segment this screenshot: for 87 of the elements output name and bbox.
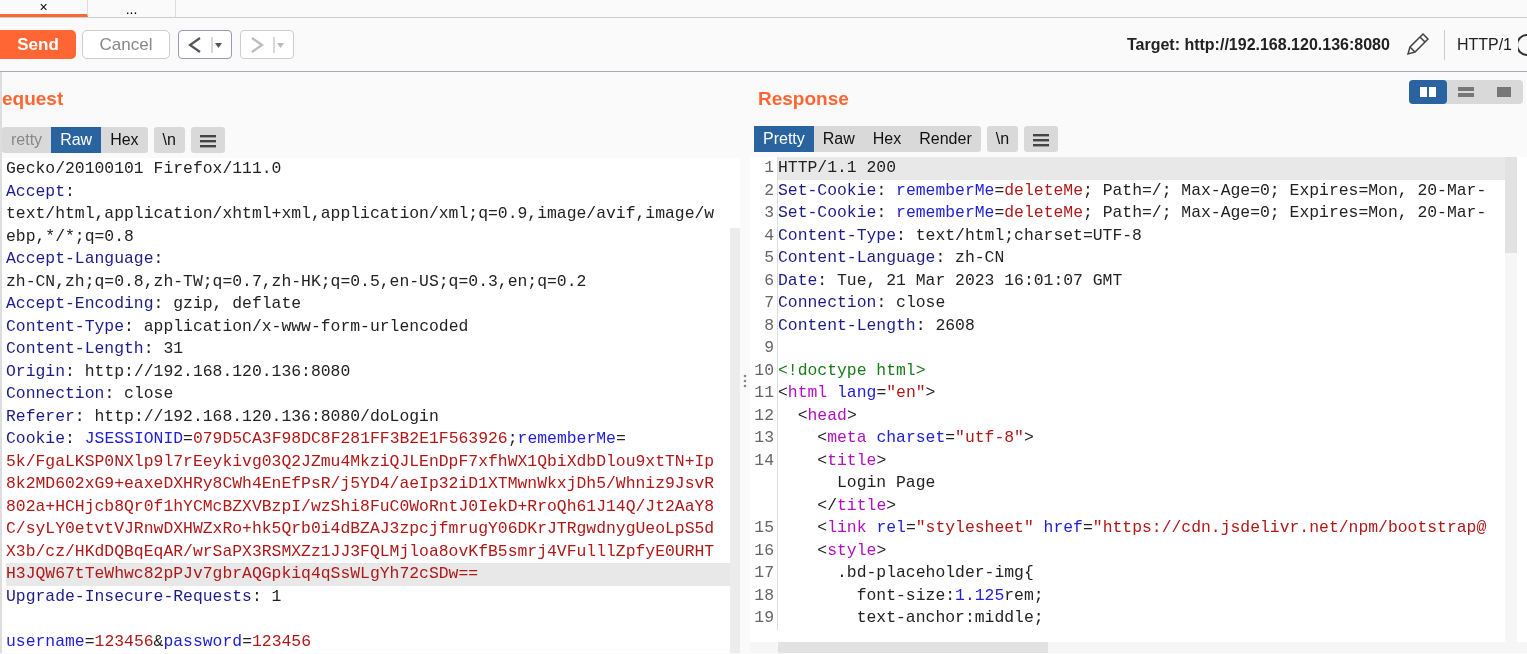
code-line: 802a+HCHjcb8Qr0f1hYCMcBZXVBzpI/wzShi8FuC0WoRntJ0IekD+RroQh61J14Q/Jt2AaY8 (6, 495, 716, 518)
code-line: C/syLY0etvtVJRnwDXHWZxRo+hk5Qrb0i4dBZAJ3zpcjfmrugY06DKrJTRgwdnygUeoLpS5d (6, 518, 716, 540)
tab[interactable]: × (0, 0, 88, 17)
code-line: Referer: http://192.168.120.136:8080/doLogin (6, 405, 440, 428)
code-line: Accept: (6, 180, 76, 203)
target-label: Target: http://192.168.120.136:8080 (1126, 34, 1390, 55)
code-line: Set-Cookie: rememberMe=deleteMe; Path=/; Max-Age=0; Expires=Mon, 20-Mar- (778, 179, 1488, 202)
line-number: 16 (750, 539, 778, 562)
menu-icon (199, 133, 216, 148)
code-line: Content-Language: zh-CN (778, 247, 1006, 269)
code-line: 8k2MD602xG9+eaxeDXHRy8CWh4EnEfPsR/j5YD4/aeIp32iD1XTMwnWkxjDh5/Whniz9JsvR (6, 473, 716, 495)
code-line: text/html,application/xhtml+xml,application/xml;q=0.9,image/avif,image/w (6, 203, 716, 225)
single-panel-icon (1495, 86, 1513, 98)
view-tab[interactable]: Pretty (754, 126, 814, 152)
line-number: 14 (750, 449, 778, 472)
code-line: <link rel="stylesheet" href="https://cdn.jsdelivr.net/npm/bootstrap@ (816, 517, 1488, 539)
view-tab[interactable]: Hex (101, 127, 148, 153)
line-number: 2 (750, 179, 778, 202)
back-button[interactable] (178, 30, 232, 59)
code-line: <!doctype html> (778, 359, 927, 382)
chevron-left-icon (187, 34, 203, 55)
layout-toggle-button[interactable] (1409, 80, 1447, 104)
code-line: 5k/FgaLKSP0NXlp9l7rEeykivg03Q2JZmu4MkziQJLEnDpF7xfhWX1QbiXdbDlou9xtTN+Ip (6, 450, 716, 473)
code-line: Upgrade-Insecure-Requests: 1 (6, 585, 283, 608)
code-line: <head> (796, 404, 858, 427)
line-number: 18 (750, 584, 778, 607)
view-tab[interactable]: Render (910, 126, 981, 152)
splitter-grip-icon[interactable] (743, 374, 747, 388)
line-number: 3 (750, 202, 778, 225)
code-line: Accept-Encoding: gzip, deflate (6, 293, 303, 315)
code-line: Connection: close (778, 292, 947, 314)
code-line: Content-Type: application/x-www-form-urlencoded (6, 315, 470, 338)
panel-title: equest (2, 87, 64, 112)
panel-title: Response (758, 87, 849, 112)
columns-layout-icon (1419, 86, 1437, 98)
code-line: <title> (816, 449, 888, 472)
code-line: Origin: http://192.168.120.136:8080 (6, 360, 352, 383)
code-line: .bd-placeholder-img{ (836, 562, 1035, 584)
code-line: Set-Cookie: rememberMe=deleteMe; Path=/; Max-Age=0; Expires=Mon, 20-Mar- (778, 202, 1488, 224)
line-number: 19 (750, 607, 778, 630)
view-tab[interactable]: Hex (863, 126, 911, 152)
scrollbar-thumb[interactable] (1505, 157, 1517, 253)
chevron-right-icon (249, 34, 265, 55)
code-line: Content-Length: 2608 (778, 314, 976, 337)
caret-down-icon (211, 34, 223, 55)
code-line: </title> (816, 494, 898, 517)
options-button[interactable] (1024, 126, 1059, 152)
line-number: 7 (750, 292, 778, 315)
caret-down-icon (273, 34, 285, 55)
line-number: 6 (750, 269, 778, 292)
view-tab[interactable]: Raw (51, 127, 102, 153)
code-line: text-anchor:middle; (855, 607, 1045, 629)
code-line: Accept-Language: (6, 248, 165, 270)
code-line: <style> (816, 539, 888, 562)
code-line: Content-Type: text/html;charset=UTF-8 (778, 224, 1143, 247)
code-line: username=123456&password=123456 (6, 630, 312, 653)
code-line: zh-CN,zh;q=0.8,zh-TW;q=0.7,zh-HK;q=0.5,en-US;q=0.3,en;q=0.2 (6, 270, 588, 293)
line-number: 5 (750, 247, 778, 270)
code-line: <meta charset="utf-8"> (816, 427, 1035, 449)
code-line: Content-Length: 31 (6, 338, 185, 360)
code-line: ebp,*/*;q=0.8 (6, 225, 135, 248)
code-line: Login Page (836, 472, 937, 494)
view-tab[interactable]: Raw (813, 126, 864, 152)
options-button[interactable] (190, 127, 225, 153)
code-line: Date: Tue, 21 Mar 2023 16:01:07 GMT (778, 269, 1124, 292)
line-number: 13 (750, 427, 778, 450)
rows-layout-icon (1457, 86, 1475, 98)
code-line: Gecko/20100101 Firefox/111.0 (6, 158, 283, 180)
line-number: 10 (750, 359, 778, 382)
code-line: <html lang="en"> (778, 382, 937, 404)
newline-toggle-button[interactable]: \n (153, 127, 185, 153)
line-number: 4 (750, 224, 778, 247)
line-number: 9 (750, 337, 778, 360)
code-line: Cookie: JSESSIONID=079D5CA3F98DC8F281FF3B2E1F563926;rememberMe= (6, 428, 627, 450)
code-line: font-size:1.125rem; (855, 584, 1045, 607)
protocol-label[interactable]: HTTP/1 (1443, 29, 1512, 60)
code-line: X3b/cz/HKdDQBqEqAR/wrSaPX3RSMXZz1JJ3FQLMjloa8ovKfB5smrj4VFulllZpfyE0URHT (6, 540, 716, 563)
line-number: 15 (750, 517, 778, 540)
line-number: 17 (750, 562, 778, 585)
newline-toggle-button[interactable]: \n (986, 126, 1019, 152)
code-line: Connection: close (6, 383, 175, 405)
line-number: 12 (750, 404, 778, 427)
scrollbar-thumb[interactable] (778, 642, 1048, 653)
cancel-button[interactable]: Cancel (82, 30, 170, 59)
line-number: 8 (750, 314, 778, 337)
menu-icon (1033, 132, 1050, 147)
line-number: 11 (750, 382, 778, 405)
